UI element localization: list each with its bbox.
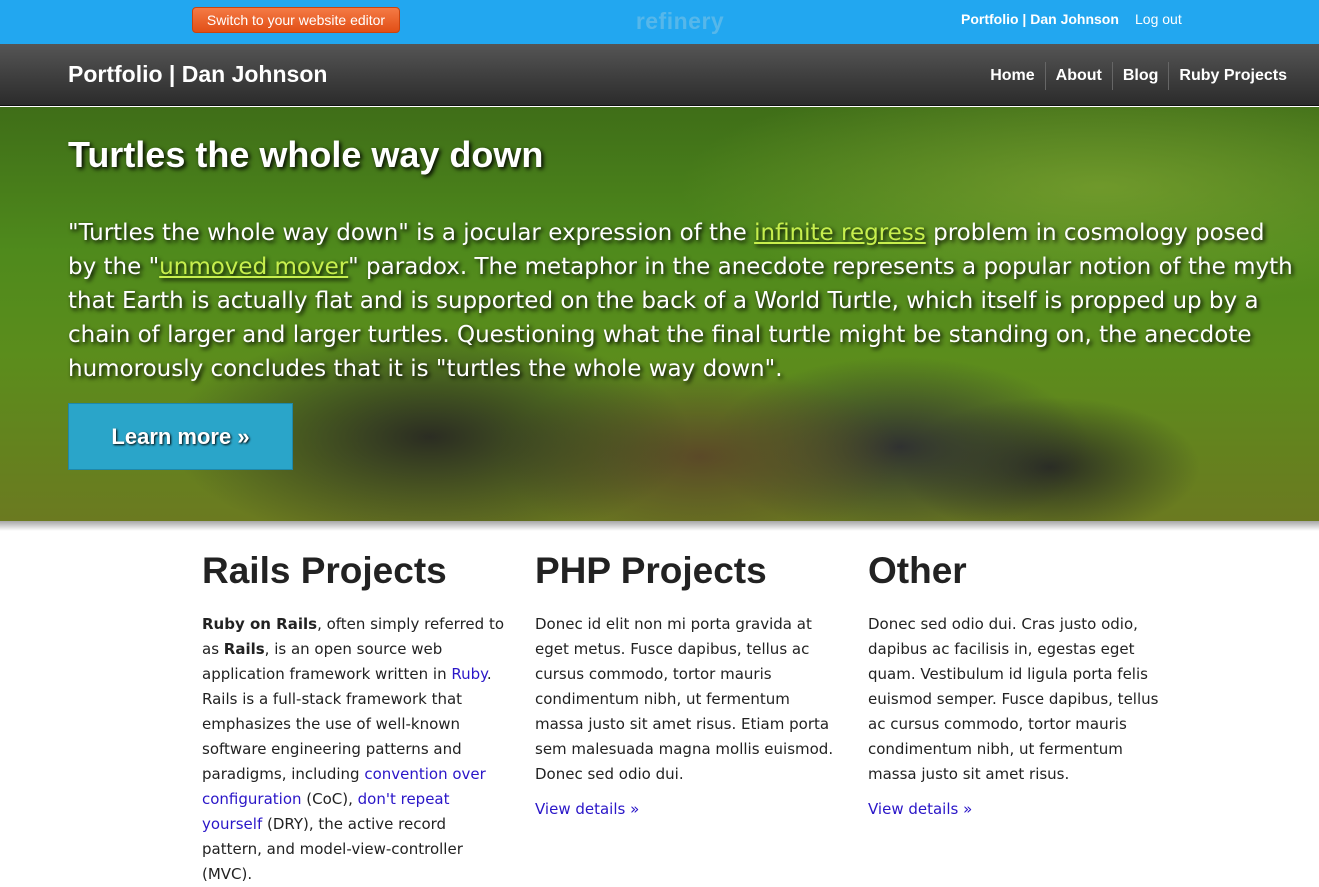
ruby-link[interactable]: Ruby xyxy=(451,665,487,683)
view-details-link[interactable]: View details » xyxy=(868,800,972,818)
column-heading: Other xyxy=(868,550,967,591)
infinite-regress-link[interactable]: infinite regress xyxy=(754,220,926,246)
nav-item-home[interactable]: Home xyxy=(980,62,1044,90)
bold-text: Rails xyxy=(223,640,265,658)
logout-link[interactable]: Log out xyxy=(1135,11,1182,27)
other-column: Other Donec sed odio dui. Cras justo odi… xyxy=(868,548,1173,818)
main-nav: Home About Blog Ruby Projects xyxy=(980,62,1297,90)
site-navbar: Portfolio | Dan Johnson Home About Blog … xyxy=(0,44,1319,106)
bold-text: Ruby on Rails xyxy=(202,615,318,633)
view-details-link[interactable]: View details » xyxy=(535,800,639,818)
learn-more-button[interactable]: Learn more » xyxy=(68,403,293,470)
php-projects-column: PHP Projects Donec id elit non mi porta … xyxy=(535,548,840,818)
column-text: Donec id elit non mi porta gravida at eg… xyxy=(535,615,834,783)
unmoved-mover-link[interactable]: unmoved mover xyxy=(159,254,348,280)
nav-item-ruby-projects[interactable]: Ruby Projects xyxy=(1168,62,1297,90)
column-heading: PHP Projects xyxy=(535,550,767,591)
switch-to-editor-button[interactable]: Switch to your website editor xyxy=(192,7,400,33)
hero-text: "Turtles the whole way down" is a jocula… xyxy=(68,216,1298,386)
text-part: (CoC), xyxy=(301,790,358,808)
refinery-admin-bar: Switch to your website editor refinery P… xyxy=(0,0,1319,44)
hero-text-part: "Turtles the whole way down" is a jocula… xyxy=(68,220,755,246)
column-text: Donec sed odio dui. Cras justo odio, dap… xyxy=(868,615,1159,783)
nav-item-blog[interactable]: Blog xyxy=(1111,62,1169,90)
refinery-logo: refinery xyxy=(635,8,725,34)
column-text: Ruby on Rails, often simply referred to … xyxy=(202,612,507,887)
nav-item-about[interactable]: About xyxy=(1044,62,1112,90)
site-brand[interactable]: Portfolio | Dan Johnson xyxy=(68,61,327,88)
admin-site-link[interactable]: Portfolio | Dan Johnson xyxy=(961,11,1119,27)
hero-title: Turtles the whole way down xyxy=(68,134,544,175)
hero-shadow xyxy=(0,521,1319,531)
column-heading: Rails Projects xyxy=(202,550,447,591)
rails-projects-column: Rails Projects Ruby on Rails, often simp… xyxy=(202,548,507,887)
